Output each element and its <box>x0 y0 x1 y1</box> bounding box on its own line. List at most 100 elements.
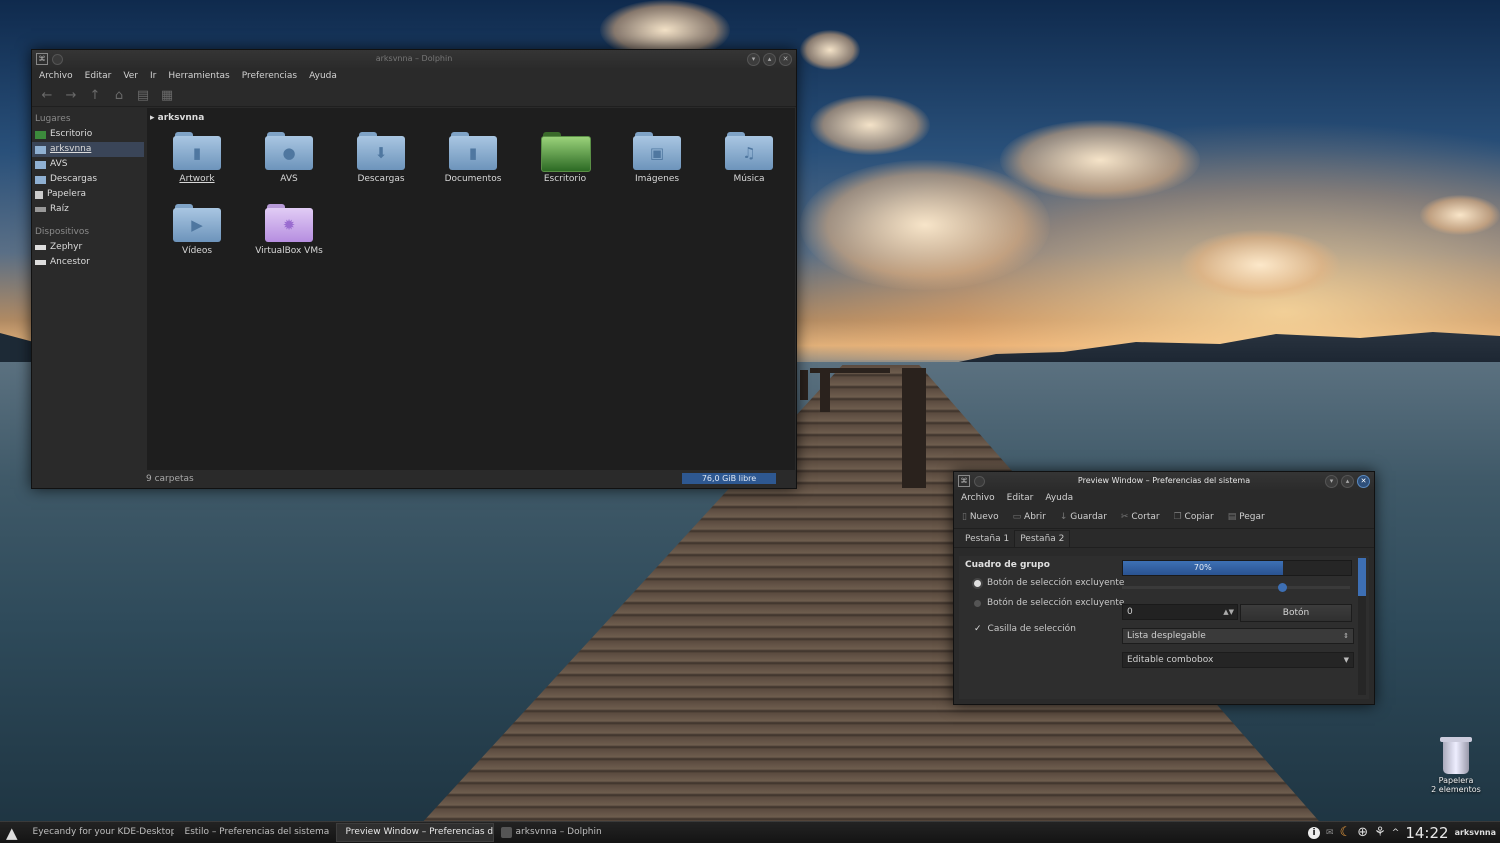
progress-bar: 70% <box>1122 560 1352 576</box>
folder-videos[interactable]: ▶ Vídeos <box>157 204 237 256</box>
preview-titlebar[interactable]: ⌘ Preview Window – Preferencias del sist… <box>954 472 1374 490</box>
clock[interactable]: 14:22 <box>1405 824 1448 842</box>
save-button[interactable]: ↓ Guardar <box>1060 512 1107 522</box>
radio-button-1[interactable]: Botón de selección excluyente <box>974 576 1124 590</box>
folder-virtualbox-vms[interactable]: ✹ VirtualBox VMs <box>249 204 329 256</box>
dolphin-toolbar: ← → ↑ ⌂ ▤ ▦ <box>32 84 796 107</box>
back-arrow-icon[interactable]: ← <box>40 88 54 103</box>
menu-editar[interactable]: Editar <box>1007 490 1034 506</box>
scrollbar-thumb[interactable] <box>1358 558 1366 596</box>
window-menu-icon[interactable]: ⌘ <box>958 475 970 487</box>
desktop-folder-icon <box>541 132 591 172</box>
save-icon: ↓ <box>1059 512 1068 522</box>
pin-icon[interactable] <box>974 476 985 487</box>
menu-ir[interactable]: Ir <box>150 68 156 84</box>
free-space-bar[interactable]: 76,0 GiB libre <box>682 473 776 484</box>
folder-artwork[interactable]: ▮ Artwork <box>157 132 237 184</box>
menu-ayuda[interactable]: Ayuda <box>1045 490 1073 506</box>
radio-button-2[interactable]: Botón de selección excluyente <box>974 596 1124 610</box>
folder-escritorio[interactable]: Escritorio <box>525 132 605 184</box>
status-text: 9 carpetas <box>146 474 194 484</box>
trash-icon <box>35 190 43 199</box>
slider[interactable] <box>1122 583 1350 592</box>
menu-ver[interactable]: Ver <box>123 68 138 84</box>
music-folder-icon: ♫ <box>725 132 773 170</box>
device-zephyr[interactable]: Zephyr <box>32 240 144 255</box>
place-escritorio[interactable]: Escritorio <box>32 127 144 142</box>
folder-icon <box>35 160 46 169</box>
show-hidden-icon[interactable]: ^ <box>1392 828 1400 838</box>
cut-icon: ✂ <box>1120 512 1129 522</box>
weather-icon[interactable]: ☾ <box>1340 825 1352 840</box>
close-button[interactable]: ✕ <box>779 53 792 66</box>
paste-button[interactable]: ▤ Pegar <box>1228 512 1265 522</box>
info-icon[interactable]: i <box>1308 826 1321 839</box>
user-folder-icon: ● <box>265 132 313 170</box>
tab-1[interactable]: Pestaña 1 <box>960 531 1014 547</box>
push-button[interactable]: Botón <box>1240 604 1352 622</box>
menu-archivo[interactable]: Archivo <box>39 68 73 84</box>
task-eyecandy[interactable]: Eyecandy for your KDE-Desktop <box>24 824 174 841</box>
dolphin-icon <box>500 827 512 838</box>
minimize-button[interactable]: ▾ <box>747 53 760 66</box>
window-menu-icon[interactable]: ⌘ <box>36 53 48 65</box>
menu-archivo[interactable]: Archivo <box>961 490 995 506</box>
slider-handle[interactable] <box>1277 583 1287 592</box>
editable-combobox[interactable]: Editable combobox ▼ <box>1122 652 1354 668</box>
menu-ayuda[interactable]: Ayuda <box>309 68 337 84</box>
folder-documentos[interactable]: ▮ Documentos <box>433 132 513 184</box>
forward-arrow-icon[interactable]: → <box>64 88 78 103</box>
dropdown-list[interactable]: Lista desplegable ⇕ <box>1122 628 1354 644</box>
checkbox[interactable]: ✓ Casilla de selección <box>974 622 1076 636</box>
split-view-icon[interactable]: ▤ <box>136 88 150 103</box>
maximize-button[interactable]: ▴ <box>1341 475 1354 488</box>
progress-fill: 70% <box>1123 561 1283 575</box>
folder-avs[interactable]: ● AVS <box>249 132 329 184</box>
new-icon: ▯ <box>962 512 967 522</box>
app-launcher-icon[interactable]: ▲ <box>0 824 24 842</box>
desktop-trash[interactable]: Papelera 2 elementos <box>1424 737 1488 794</box>
menu-herramientas[interactable]: Herramientas <box>168 68 229 84</box>
folder-musica[interactable]: ♫ Música <box>709 132 789 184</box>
breadcrumb[interactable]: ▸ arksvnna <box>147 108 795 128</box>
view-mode-icon[interactable]: ▦ <box>160 88 174 103</box>
place-raiz[interactable]: Raíz <box>32 202 144 217</box>
dolphin-titlebar[interactable]: ⌘ arksvnna – Dolphin ▾ ▴ ✕ <box>32 50 796 68</box>
task-preview-window[interactable]: Preview Window – Preferencias d <box>335 823 494 842</box>
menu-editar[interactable]: Editar <box>85 68 112 84</box>
open-button[interactable]: ▭ Abrir <box>1013 512 1046 522</box>
copy-button[interactable]: ❐ Copiar <box>1174 512 1214 522</box>
username[interactable]: arksvnna <box>1455 828 1496 837</box>
folder-imagenes[interactable]: ▣ Imágenes <box>617 132 697 184</box>
place-papelera[interactable]: Papelera <box>32 187 144 202</box>
network-icon[interactable]: ⊕ <box>1357 825 1368 840</box>
vertical-scrollbar[interactable] <box>1358 558 1366 695</box>
close-button[interactable]: ✕ <box>1357 475 1370 488</box>
place-descargas[interactable]: Descargas <box>32 172 144 187</box>
maximize-button[interactable]: ▴ <box>763 53 776 66</box>
home-icon[interactable]: ⌂ <box>112 88 126 103</box>
place-avs[interactable]: AVS <box>32 157 144 172</box>
dolphin-window: ⌘ arksvnna – Dolphin ▾ ▴ ✕ Archivo Edita… <box>31 49 797 489</box>
cut-button[interactable]: ✂ Cortar <box>1121 512 1160 522</box>
spin-box[interactable]: 0 ▲▼ <box>1122 604 1238 620</box>
chevron-down-icon[interactable]: ▼ <box>1344 653 1349 667</box>
tab-2[interactable]: Pestaña 2 <box>1014 530 1071 547</box>
mail-icon[interactable]: ✉ <box>1326 828 1334 838</box>
place-home[interactable]: arksvnna <box>32 142 144 157</box>
pin-icon[interactable] <box>52 54 63 65</box>
spin-arrows-icon[interactable]: ▲▼ <box>1223 605 1234 619</box>
task-estilo[interactable]: Estilo – Preferencias del sistema <box>176 824 334 841</box>
trash-count: 2 elementos <box>1431 785 1481 794</box>
radio-checked-icon <box>974 579 981 587</box>
power-icon[interactable]: ⚘ <box>1374 825 1386 840</box>
task-dolphin[interactable]: arksvnna – Dolphin <box>496 824 646 841</box>
minimize-button[interactable]: ▾ <box>1325 475 1338 488</box>
menu-preferencias[interactable]: Preferencias <box>242 68 297 84</box>
folder-descargas[interactable]: ⬇ Descargas <box>341 132 421 184</box>
up-arrow-icon[interactable]: ↑ <box>88 88 102 103</box>
places-header: Lugares <box>35 114 71 124</box>
device-ancestor[interactable]: Ancestor <box>32 255 144 270</box>
file-view[interactable]: ▸ arksvnna ▮ Artwork ● AVS ⬇ Descargas ▮… <box>147 108 795 470</box>
new-button[interactable]: ▯ Nuevo <box>962 512 999 522</box>
